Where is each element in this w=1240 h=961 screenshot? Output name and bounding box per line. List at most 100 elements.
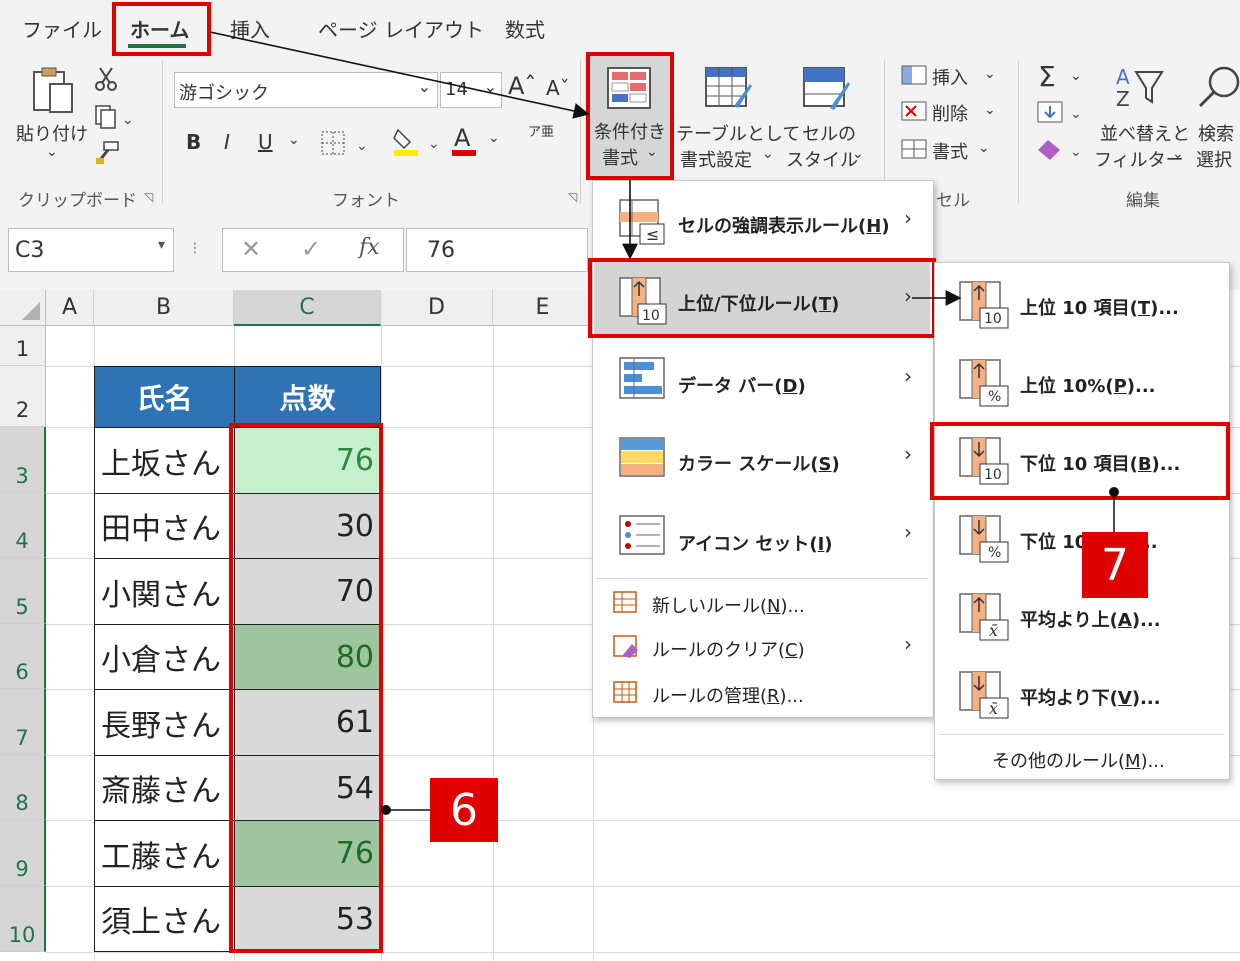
paste-dropdown-icon[interactable]: ⌄ (46, 144, 58, 160)
find-label-2[interactable]: 選択 (1196, 146, 1232, 172)
shrink-font-icon[interactable]: Aˇ (546, 76, 570, 100)
menu-item-highlight-rules[interactable]: ≤ セルの強調表示ルール(H) › (594, 184, 930, 260)
row-header-2[interactable]: 2 (0, 366, 46, 427)
font-color-dropdown-icon[interactable]: ⌄ (488, 130, 500, 146)
menu-item-new-rule[interactable]: 新しいルール(N)... (594, 584, 930, 624)
menu-item-data-bars[interactable]: データ バー(D) › (594, 342, 930, 418)
name-cell[interactable]: 工藤さん (94, 820, 235, 887)
phonetic-button[interactable]: ア亜 (528, 126, 554, 140)
cell-styles-label-1[interactable]: セルの (802, 120, 856, 146)
name-cell[interactable]: 上坂さん (94, 427, 235, 494)
format-cells-dropdown-icon[interactable]: ⌄ (978, 140, 990, 156)
cut-icon[interactable] (94, 66, 118, 92)
name-cell[interactable]: 須上さん (94, 886, 235, 952)
row-header-8[interactable]: 8 (0, 755, 46, 820)
font-color-icon[interactable]: A ⌄ (452, 124, 502, 158)
submenu-item-top-10[interactable]: 10 上位 10 項目(T)... (936, 268, 1226, 344)
sort-filter-dropdown-icon[interactable]: ⌄ (1172, 146, 1184, 162)
insert-function-icon[interactable]: fx (359, 235, 380, 260)
name-box-dropdown-icon[interactable]: ▾ (158, 237, 165, 253)
paste-icon[interactable] (30, 66, 76, 116)
column-header-c[interactable]: C (234, 290, 381, 326)
sort-filter-label-1[interactable]: 並べ替えと (1100, 120, 1190, 146)
sort-filter-icon[interactable]: AZ (1112, 62, 1168, 111)
table-format-label-2[interactable]: 書式設定 (680, 146, 752, 172)
find-label-1[interactable]: 検索 (1198, 120, 1234, 146)
header-name-cell[interactable]: 氏名 (94, 366, 235, 428)
format-painter-icon[interactable] (94, 140, 120, 166)
submenu-item-above-average[interactable]: x̄ 平均より上(A)... (936, 580, 1226, 656)
fill-color-icon[interactable]: ⌄ (392, 124, 442, 158)
delete-cells-icon[interactable] (900, 100, 928, 122)
table-format-icon[interactable] (704, 66, 754, 112)
select-all-button[interactable] (0, 290, 46, 326)
row-header-6[interactable]: 6 (0, 624, 46, 689)
menu-item-clear-rules[interactable]: ルールのクリア(C) › (594, 628, 930, 668)
row-header-9[interactable]: 9 (0, 820, 46, 886)
table-format-label-1[interactable]: テーブルとして (676, 120, 800, 146)
font-launcher-icon[interactable]: ◹ (568, 190, 577, 204)
row-header-10[interactable]: 10 (0, 886, 46, 952)
tab-page-layout[interactable]: ページ レイアウト (318, 14, 484, 43)
row-header-7[interactable]: 7 (0, 689, 46, 755)
fill-icon[interactable]: ⌄ (1036, 100, 1086, 124)
cell-styles-icon[interactable] (802, 66, 852, 112)
delete-cells-label[interactable]: 削除 (932, 100, 968, 126)
column-header-b[interactable]: B (94, 290, 234, 326)
name-cell[interactable]: 長野さん (94, 689, 235, 756)
column-header-d[interactable]: D (381, 290, 493, 326)
name-cell[interactable]: 田中さん (94, 493, 235, 559)
insert-cells-dropdown-icon[interactable]: ⌄ (984, 66, 996, 82)
enter-icon[interactable]: ✓ (301, 235, 321, 263)
font-name-box[interactable]: 游ゴシック ⌄ (174, 72, 438, 108)
find-icon[interactable] (1196, 62, 1240, 112)
insert-cells-label[interactable]: 挿入 (932, 64, 968, 90)
autosum-dropdown-icon[interactable]: ⌄ (1070, 68, 1082, 84)
insert-cells-icon[interactable] (900, 64, 928, 86)
name-box[interactable]: C3 ▾ (8, 228, 174, 272)
delete-cells-dropdown-icon[interactable]: ⌄ (984, 102, 996, 118)
tab-insert[interactable]: 挿入 (230, 14, 270, 43)
format-cells-label[interactable]: 書式 (932, 138, 968, 164)
menu-item-icon-sets[interactable]: アイコン セット(I) › (594, 498, 930, 574)
format-cells-icon[interactable] (900, 138, 928, 160)
sort-filter-label-2[interactable]: フィルター (1094, 146, 1184, 172)
row-header-5[interactable]: 5 (0, 558, 46, 624)
formula-input[interactable]: 76 (406, 228, 588, 272)
name-cell[interactable]: 小関さん (94, 558, 235, 625)
paste-label[interactable]: 貼り付け (16, 120, 88, 146)
bold-button[interactable]: B (186, 130, 201, 154)
tab-file[interactable]: ファイル (22, 14, 102, 43)
table-format-dropdown-icon[interactable]: ⌄ (762, 146, 774, 162)
submenu-item-bottom-10-percent[interactable]: % 下位 10%(O)... (936, 502, 1226, 578)
cell-styles-dropdown-icon[interactable]: ⌄ (852, 146, 864, 162)
submenu-item-top-10-percent[interactable]: % 上位 10%(P)... (936, 346, 1226, 422)
name-cell[interactable]: 斎藤さん (94, 755, 235, 821)
font-size-dropdown-icon[interactable]: ⌄ (484, 77, 497, 96)
row-header-3[interactable]: 3 (0, 427, 46, 493)
copy-icon[interactable]: ⌄ (94, 104, 134, 130)
column-header-a[interactable]: A (46, 290, 94, 326)
underline-dropdown-icon[interactable]: ⌄ (288, 132, 300, 148)
cell-styles-label-2[interactable]: スタイル (786, 146, 858, 172)
row-header-1[interactable]: 1 (0, 326, 46, 366)
header-score-cell[interactable]: 点数 (234, 366, 381, 428)
row-header-4[interactable]: 4 (0, 493, 46, 558)
menu-item-color-scales[interactable]: カラー スケール(S) › (594, 420, 930, 496)
name-cell[interactable]: 小倉さん (94, 624, 235, 690)
submenu-item-more-rules[interactable]: その他のルール(M)... (936, 738, 1226, 776)
grow-font-icon[interactable]: Aˆ (508, 72, 536, 100)
column-header-e[interactable]: E (493, 290, 593, 326)
underline-button[interactable]: U (258, 130, 273, 154)
tab-formulas[interactable]: 数式 (505, 14, 545, 43)
font-name-dropdown-icon[interactable]: ⌄ (418, 77, 431, 96)
borders-icon[interactable]: ⌄ (320, 128, 372, 158)
clipboard-launcher-icon[interactable]: ◹ (144, 190, 153, 204)
menu-item-manage-rules[interactable]: ルールの管理(R)... (594, 674, 930, 714)
clear-icon[interactable]: ⌄ (1036, 136, 1086, 162)
submenu-item-below-average[interactable]: x̄ 平均より下(V)... (936, 658, 1226, 734)
font-size-box[interactable]: 14 ⌄ (440, 72, 502, 108)
autosum-icon[interactable]: Σ (1038, 60, 1056, 93)
cancel-icon[interactable]: ✕ (241, 235, 261, 263)
italic-button[interactable]: I (224, 130, 230, 154)
